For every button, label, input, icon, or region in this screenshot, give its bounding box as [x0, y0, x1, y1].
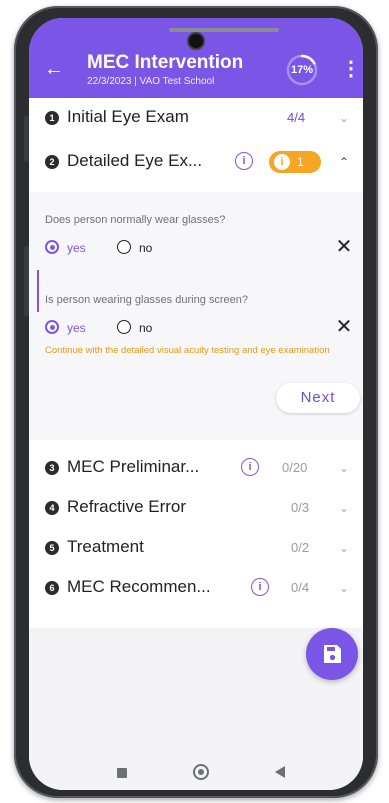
more-vertical-icon[interactable]: ⋮ [341, 56, 361, 82]
chevron-down-icon[interactable]: ⌄ [337, 501, 351, 515]
section-progress-count: 0/2 [291, 540, 310, 555]
back-arrow-icon[interactable]: ← [43, 58, 65, 80]
radio-group-normally-wear-glasses: yes no ✕ [45, 236, 352, 258]
section-initial-eye-exam[interactable]: 1 Initial Eye Exam 4/4 ⌄ [29, 98, 363, 138]
radio-no[interactable] [117, 240, 131, 254]
chevron-down-icon[interactable]: ⌄ [337, 541, 351, 555]
app-screen: ← MEC Intervention 22/3/2023 | VAO Test … [29, 18, 363, 790]
warning-badge[interactable]: i 1 [269, 151, 321, 173]
radio-yes-selected[interactable] [45, 320, 59, 334]
clear-icon[interactable]: ✕ [335, 236, 353, 258]
warning-count: 1 [297, 155, 304, 169]
section-number-badge: 3 [45, 461, 59, 475]
chevron-down-icon[interactable]: ⌄ [337, 581, 351, 595]
question-normally-wear-glasses: Does person normally wear glasses? [45, 214, 226, 226]
section-mec-preliminary[interactable]: 3 MEC Preliminar... i 0/20 ⌄ [29, 448, 363, 488]
section-number-badge: 5 [45, 541, 59, 555]
next-button[interactable]: Next [276, 383, 360, 413]
recents-icon[interactable] [117, 768, 127, 778]
page-subtitle: 22/3/2023 | VAO Test School [87, 76, 215, 87]
radio-no[interactable] [117, 320, 131, 334]
section-title: MEC Preliminar... [67, 457, 200, 476]
chevron-down-icon[interactable]: ⌄ [337, 461, 351, 475]
section-refractive-error[interactable]: 4 Refractive Error 0/3 ⌄ [29, 488, 363, 528]
section-progress-count: 0/4 [291, 580, 310, 595]
section-number-badge: 2 [45, 155, 59, 169]
section-treatment[interactable]: 5 Treatment 0/2 ⌄ [29, 528, 363, 568]
section-title: Treatment [67, 537, 144, 556]
home-icon[interactable] [193, 764, 209, 780]
alert-icon: i [274, 154, 290, 170]
radio-no-label[interactable]: no [139, 321, 152, 335]
save-icon [324, 645, 341, 663]
section-mec-recommendation[interactable]: 6 MEC Recommen... i 0/4 ⌄ [29, 568, 363, 608]
system-nav-bar [29, 755, 363, 790]
active-question-indicator [37, 270, 39, 312]
camera-hole [189, 34, 203, 48]
radio-no-label[interactable]: no [139, 241, 152, 255]
section-title: Detailed Eye Ex... [67, 151, 203, 170]
continue-hint: Continue with the detailed visual acuity… [45, 345, 330, 356]
section-detailed-eye-exam[interactable]: 2 Detailed Eye Ex... i i 1 ⌃ [29, 142, 363, 182]
section-number-badge: 6 [45, 581, 59, 595]
info-icon[interactable]: i [251, 578, 269, 596]
radio-yes-selected[interactable] [45, 240, 59, 254]
section-number-badge: 4 [45, 501, 59, 515]
section-progress-count: 0/3 [291, 500, 310, 515]
page-title: MEC Intervention [87, 52, 244, 73]
radio-yes-label[interactable]: yes [67, 321, 86, 335]
progress-percent: 17% [290, 64, 314, 76]
speaker-grille [169, 28, 279, 32]
question-wearing-glasses-during-screen: Is person wearing glasses during screen? [45, 294, 249, 306]
section-progress-count: 0/20 [282, 460, 308, 475]
clear-icon[interactable]: ✕ [335, 316, 353, 338]
section-progress-count: 4/4 [287, 110, 306, 125]
radio-group-wearing-glasses: yes no ✕ [45, 316, 352, 338]
info-icon[interactable]: i [235, 152, 253, 170]
radio-yes-label[interactable]: yes [67, 241, 86, 255]
save-button[interactable] [306, 628, 358, 680]
back-triangle-icon[interactable] [275, 766, 285, 778]
chevron-up-icon[interactable]: ⌃ [337, 155, 351, 169]
chevron-down-icon[interactable]: ⌄ [337, 111, 351, 125]
section-title: Refractive Error [67, 497, 187, 516]
info-icon[interactable]: i [241, 458, 259, 476]
section-title: Initial Eye Exam [67, 107, 189, 126]
section-title: MEC Recommen... [67, 577, 211, 596]
section-number-badge: 1 [45, 111, 59, 125]
form-content: 1 Initial Eye Exam 4/4 ⌄ 2 Detailed Eye … [29, 98, 363, 628]
